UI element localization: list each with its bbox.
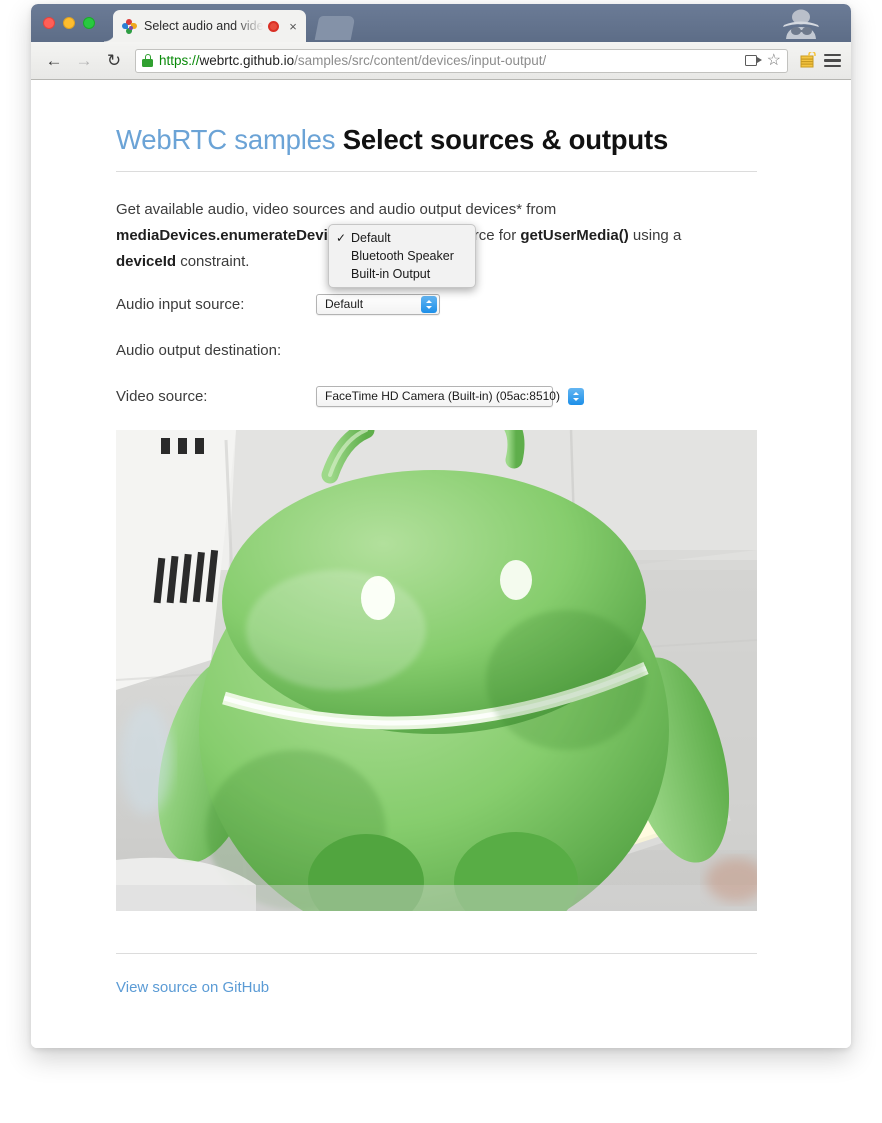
dropdown-option-label: Bluetooth Speaker xyxy=(351,249,454,263)
stepper-arrows-icon xyxy=(567,387,584,405)
webrtc-favicon-icon xyxy=(122,18,137,34)
forward-button[interactable]: → xyxy=(71,48,97,74)
minimize-window-button[interactable] xyxy=(63,17,75,29)
tab-close-icon[interactable]: × xyxy=(286,20,300,33)
video-frame xyxy=(116,430,757,911)
url-path: /samples/src/content/devices/input-outpu… xyxy=(294,53,547,68)
maximize-window-button[interactable] xyxy=(83,17,95,29)
audio-output-row: Audio output destination: Default xyxy=(116,333,757,367)
lock-icon xyxy=(142,54,153,67)
description-part-3: using a xyxy=(628,227,682,244)
page-viewport: WebRTC samples Select sources & outputs … xyxy=(31,80,851,1048)
url-text: https://webrtc.github.io/samples/src/con… xyxy=(159,53,546,68)
camera-icon[interactable] xyxy=(744,54,762,67)
footer-divider xyxy=(116,953,757,954)
audio-input-select[interactable]: Default xyxy=(316,293,440,315)
dropdown-option-label: Default xyxy=(351,231,391,245)
bookmark-star-icon[interactable]: ☆ xyxy=(767,52,781,69)
dropdown-option-built-in-output[interactable]: Built-in Output xyxy=(329,265,475,283)
video-source-row: Video source: FaceTime HD Camera (Built-… xyxy=(116,379,757,413)
description-api-deviceid: deviceId xyxy=(116,253,177,270)
view-source-link[interactable]: View source on GitHub xyxy=(116,979,269,996)
page-title: WebRTC samples Select sources & outputs xyxy=(116,124,757,172)
window-controls xyxy=(43,17,95,29)
audio-output-label: Audio output destination: xyxy=(116,341,282,359)
video-preview[interactable] xyxy=(116,430,757,911)
url-host: webrtc.github.io xyxy=(199,53,295,68)
description-api-getusermedia: getUserMedia() xyxy=(520,227,629,244)
description-part-4: constraint. xyxy=(176,253,250,270)
close-window-button[interactable] xyxy=(43,17,55,29)
page-content: WebRTC samples Select sources & outputs … xyxy=(116,124,757,997)
back-button[interactable]: ← xyxy=(41,48,67,74)
dropdown-option-default[interactable]: ✓ Default xyxy=(329,229,475,247)
description-api-enumerate: mediaDevices.enumerateDevices() xyxy=(116,227,363,244)
audio-input-row: Audio input source: Default xyxy=(116,287,757,321)
dropdown-option-bluetooth-speaker[interactable]: Bluetooth Speaker xyxy=(329,247,475,265)
address-bar[interactable]: https://webrtc.github.io/samples/src/con… xyxy=(135,48,788,73)
browser-toolbar: ← → ↻ https://webrtc.github.io/samples/s… xyxy=(31,42,851,80)
page-title-main: Select sources & outputs xyxy=(342,124,669,155)
video-source-label: Video source: xyxy=(116,387,208,405)
omnibox-actions: ☆ xyxy=(737,52,781,69)
incognito-spy-icon xyxy=(783,9,819,39)
description-part-1: Get available audio, video sources and a… xyxy=(116,201,557,218)
video-source-selected-value: FaceTime HD Camera (Built-in) (05ac:8510… xyxy=(325,389,560,403)
extension-icon[interactable] xyxy=(800,52,818,69)
audio-input-label: Audio input source: xyxy=(116,295,245,313)
hamburger-menu-icon[interactable] xyxy=(824,53,841,68)
new-tab-button[interactable] xyxy=(314,16,356,40)
video-source-select[interactable]: FaceTime HD Camera (Built-in) (05ac:8510… xyxy=(316,385,584,407)
reload-button[interactable]: ↻ xyxy=(101,48,127,74)
stepper-arrows-icon xyxy=(421,295,437,313)
check-icon: ✓ xyxy=(336,231,347,245)
page-title-brand: WebRTC samples xyxy=(116,124,336,155)
browser-tab[interactable]: Select audio and video × xyxy=(104,10,306,42)
tab-strip: Select audio and video × xyxy=(31,4,851,42)
url-scheme: https:// xyxy=(159,53,200,68)
browser-window: Select audio and video × ← → ↻ https://w… xyxy=(31,4,851,1048)
tab-recording-indicator-icon[interactable] xyxy=(268,20,279,32)
audio-input-selected-value: Default xyxy=(325,297,364,311)
audio-output-dropdown-menu[interactable]: ✓ Default Bluetooth Speaker Built-in Out… xyxy=(328,224,476,288)
dropdown-option-label: Built-in Output xyxy=(351,267,431,281)
tab-title: Select audio and video xyxy=(144,19,266,33)
